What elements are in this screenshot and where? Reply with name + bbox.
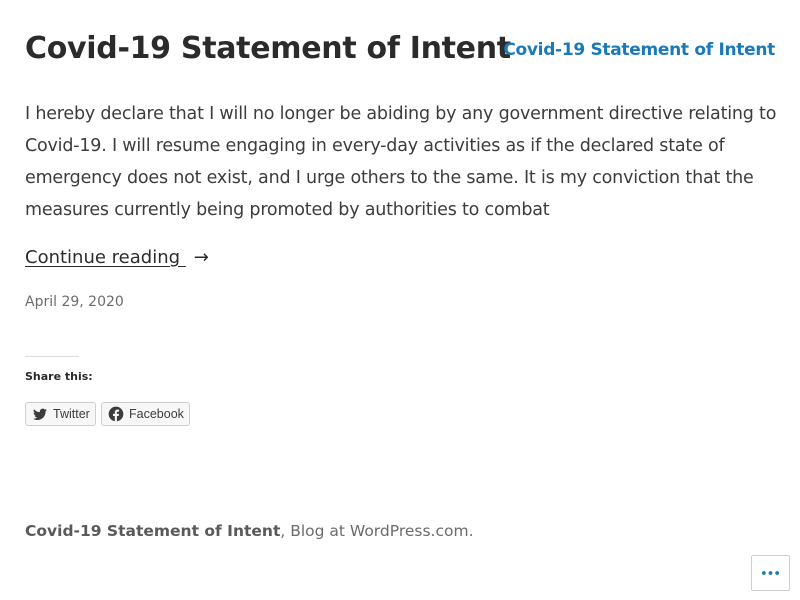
share-divider — [25, 356, 79, 357]
footer-separator: , — [280, 522, 291, 540]
site-title-link[interactable]: Covid-19 Statement of Intent — [503, 38, 775, 62]
continue-reading-link[interactable]: Continue reading — [25, 247, 186, 268]
post-date[interactable]: April 29, 2020 — [25, 291, 124, 313]
site-footer: Covid-19 Statement of Intent, Blog at Wo… — [25, 519, 474, 543]
continue-reading: Continue reading → — [25, 243, 209, 273]
post-title[interactable]: Covid-19 Statement of Intent — [25, 28, 511, 70]
arrow-right-icon: → — [193, 247, 209, 268]
share-facebook-button[interactable]: Facebook — [101, 402, 190, 426]
twitter-icon — [32, 406, 48, 422]
share-twitter-button[interactable]: Twitter — [25, 402, 96, 426]
footer-wordpress-link[interactable]: Blog at WordPress.com — [290, 522, 468, 540]
actions-menu-button[interactable] — [751, 555, 790, 591]
facebook-icon — [108, 406, 124, 422]
share-heading: Share this: — [25, 370, 93, 383]
ellipsis-icon — [761, 570, 780, 576]
footer-site-link[interactable]: Covid-19 Statement of Intent — [25, 522, 280, 540]
footer-end: . — [468, 522, 474, 540]
share-twitter-label: Twitter — [53, 407, 90, 421]
continue-reading-label: Continue reading — [25, 247, 181, 268]
post-excerpt: I hereby declare that I will no longer b… — [25, 104, 777, 220]
share-facebook-label: Facebook — [129, 407, 184, 421]
